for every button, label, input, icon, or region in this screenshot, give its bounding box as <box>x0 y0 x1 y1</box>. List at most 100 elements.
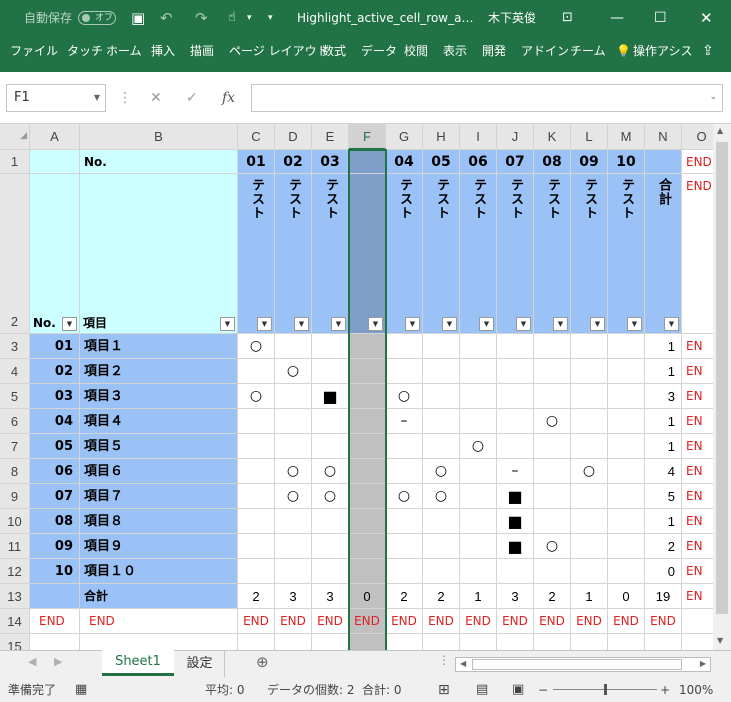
cell-m2[interactable]: テスト ▼ <box>608 174 645 334</box>
cell-end[interactable]: END <box>497 609 534 634</box>
cell-empty[interactable] <box>30 634 80 650</box>
filter-dropdown-icon[interactable]: ▼ <box>220 317 235 331</box>
cell-mark[interactable] <box>571 534 608 559</box>
cell-no[interactable]: 08 <box>30 509 80 534</box>
cell-mark[interactable] <box>275 409 312 434</box>
cell-sum[interactable]: 3 <box>275 584 312 609</box>
cell-e2[interactable]: テスト ▼ <box>312 174 349 334</box>
cell-o[interactable]: EN <box>682 359 713 384</box>
cell-mark[interactable] <box>312 509 349 534</box>
cell-mark[interactable] <box>460 484 497 509</box>
cell-i2[interactable]: テスト ▼ <box>460 174 497 334</box>
cell-j2[interactable]: テスト ▼ <box>497 174 534 334</box>
page-break-view-icon[interactable]: ▣ <box>512 678 524 702</box>
cell-mark[interactable] <box>534 334 571 359</box>
cell-mark[interactable] <box>534 509 571 534</box>
cell-mark[interactable] <box>275 334 312 359</box>
cell-item[interactable]: 項目７ <box>80 484 238 509</box>
sheet-tab-settings[interactable]: 設定 <box>175 651 225 677</box>
cell-b2[interactable]: 項目 ▼ <box>80 174 238 334</box>
cell-mark[interactable] <box>349 334 386 359</box>
cell-mark[interactable] <box>571 359 608 384</box>
formula-bar[interactable]: ⌄ <box>251 84 723 112</box>
autosave-toggle[interactable]: オフ <box>78 11 116 25</box>
cell-empty[interactable] <box>386 634 423 650</box>
cell-empty[interactable] <box>497 634 534 650</box>
cell-item[interactable]: 項目１０ <box>80 559 238 584</box>
cell-mark[interactable]: ○ <box>312 484 349 509</box>
cell-mark[interactable] <box>386 434 423 459</box>
cell-empty[interactable] <box>682 634 713 650</box>
row-header[interactable]: 13 <box>0 584 30 609</box>
tab-file[interactable]: ファイル <box>10 36 58 66</box>
zoom-out-icon[interactable]: − <box>538 678 548 702</box>
cell-mark[interactable] <box>608 459 645 484</box>
cell-mark[interactable] <box>460 334 497 359</box>
normal-view-icon[interactable]: ⊞ <box>438 678 450 702</box>
cell-o[interactable]: EN <box>682 384 713 409</box>
cell-k1[interactable]: 08 <box>534 150 571 174</box>
vertical-scrollbar[interactable]: ▲ ▼ <box>713 124 731 650</box>
cell-item[interactable]: 項目５ <box>80 434 238 459</box>
cell-mark[interactable]: ○ <box>571 459 608 484</box>
tab-data[interactable]: データ <box>361 36 397 66</box>
cell-mark[interactable] <box>534 459 571 484</box>
cell-mark[interactable] <box>423 509 460 534</box>
cell-mark[interactable]: ■ <box>312 384 349 409</box>
cell-mark[interactable]: – <box>386 409 423 434</box>
scroll-right-icon[interactable]: ▶ <box>700 659 706 668</box>
cell-mark[interactable] <box>497 559 534 584</box>
filter-dropdown-icon[interactable]: ▼ <box>294 317 309 331</box>
cell-item[interactable]: 項目２ <box>80 359 238 384</box>
filter-dropdown-icon[interactable]: ▼ <box>553 317 568 331</box>
cell-l2[interactable]: テスト ▼ <box>571 174 608 334</box>
row-header[interactable]: 4 <box>0 359 30 384</box>
cell-mark[interactable]: ○ <box>386 384 423 409</box>
filter-dropdown-icon[interactable]: ▼ <box>516 317 531 331</box>
cell-mark[interactable] <box>349 359 386 384</box>
cell-mark[interactable] <box>608 434 645 459</box>
cell-d1[interactable]: 02 <box>275 150 312 174</box>
hscroll-thumb[interactable] <box>472 659 682 670</box>
cell-empty[interactable] <box>534 634 571 650</box>
column-header-c[interactable]: C <box>238 124 275 150</box>
filter-dropdown-icon[interactable]: ▼ <box>442 317 457 331</box>
scroll-left-icon[interactable]: ◀ <box>460 659 466 668</box>
cell-c2[interactable]: テスト ▼ <box>238 174 275 334</box>
cell-m1[interactable]: 10 <box>608 150 645 174</box>
column-header-b[interactable]: B <box>80 124 238 150</box>
cell-end[interactable]: END <box>238 609 275 634</box>
cell-mark[interactable] <box>534 484 571 509</box>
cell-mark[interactable] <box>534 384 571 409</box>
cell-mark[interactable] <box>386 459 423 484</box>
cell-mark[interactable]: ■ <box>497 484 534 509</box>
column-header-e[interactable]: E <box>312 124 349 150</box>
column-header-n[interactable]: N <box>645 124 682 150</box>
cell-total[interactable]: 4 <box>645 459 682 484</box>
cell-end[interactable]: END <box>312 609 349 634</box>
row-header[interactable]: 5 <box>0 384 30 409</box>
cell-o[interactable]: EN <box>682 509 713 534</box>
touch-mode-icon[interactable]: ☝ <box>228 0 236 36</box>
cell-k2[interactable]: テスト ▼ <box>534 174 571 334</box>
cell-mark[interactable] <box>349 509 386 534</box>
cell-mark[interactable]: ■ <box>497 534 534 559</box>
tab-draw[interactable]: 描画 <box>190 36 214 66</box>
cell-no[interactable]: 01 <box>30 334 80 359</box>
cell-end[interactable]: END <box>645 609 682 634</box>
cell-mark[interactable] <box>571 334 608 359</box>
cell-mark[interactable] <box>608 409 645 434</box>
cell-end[interactable]: END <box>571 609 608 634</box>
cell-end[interactable]: END <box>608 609 645 634</box>
cell-mark[interactable] <box>460 384 497 409</box>
cell-b13[interactable]: 合計 <box>80 584 238 609</box>
cell-mark[interactable] <box>386 334 423 359</box>
cell-mark[interactable] <box>349 534 386 559</box>
cell-empty[interactable] <box>608 634 645 650</box>
cell-no[interactable]: 05 <box>30 434 80 459</box>
cell-sum[interactable]: 2 <box>423 584 460 609</box>
row-header[interactable]: 2 <box>0 174 30 334</box>
tab-formulas[interactable]: 数式 <box>322 36 346 66</box>
row-header[interactable]: 8 <box>0 459 30 484</box>
cell-mark[interactable]: ○ <box>275 484 312 509</box>
